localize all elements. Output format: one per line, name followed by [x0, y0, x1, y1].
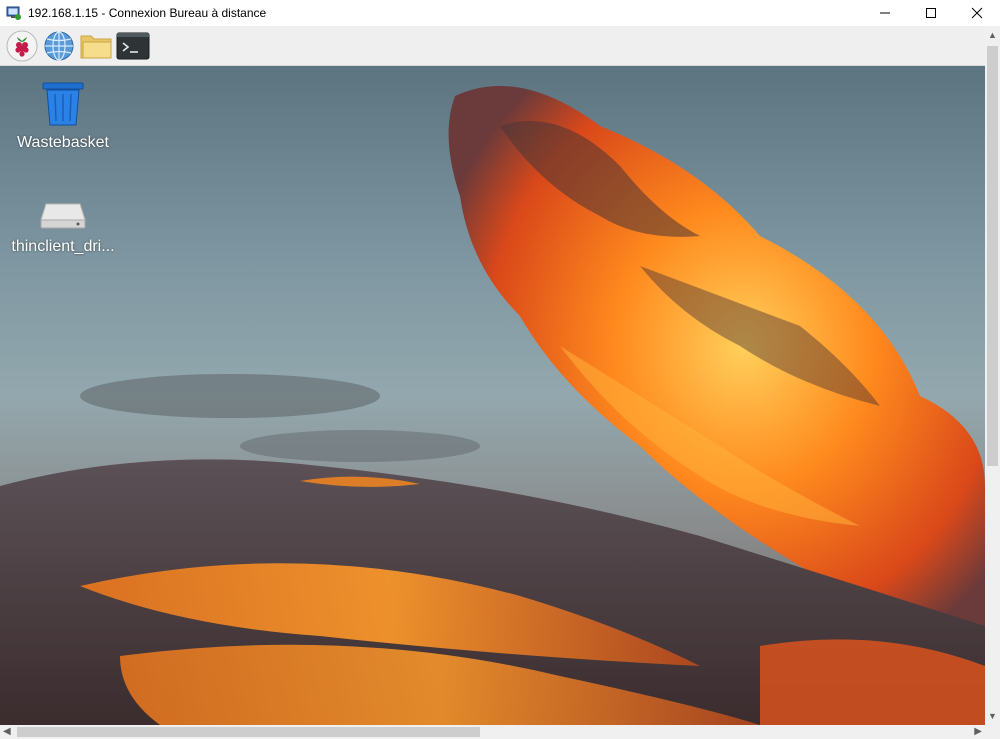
maximize-icon — [926, 8, 936, 18]
desktop-icon-wastebasket[interactable]: Wastebasket — [8, 80, 118, 152]
raspberry-menu-button[interactable] — [4, 29, 40, 63]
scroll-left-arrow-icon[interactable]: ◀ — [3, 726, 11, 737]
scroll-up-arrow-icon[interactable]: ▲ — [985, 30, 1000, 40]
drive-icon — [40, 203, 86, 229]
desktop[interactable]: Wastebasket thinclient_dri... — [0, 66, 985, 725]
desktop-icon-thinclient-drive[interactable]: thinclient_dri... — [8, 196, 118, 256]
window-controls — [862, 0, 1000, 26]
terminal-button[interactable] — [115, 29, 151, 63]
scrollbar-corner — [985, 725, 1000, 739]
window-titlebar: 192.168.1.15 - Connexion Bureau à distan… — [0, 0, 1000, 26]
web-browser-button[interactable] — [41, 29, 77, 63]
raspberry-icon — [6, 30, 38, 61]
window-title: 192.168.1.15 - Connexion Bureau à distan… — [28, 6, 267, 20]
horizontal-scrollbar[interactable]: ◀ ▶ — [0, 725, 985, 739]
minimize-icon — [880, 12, 890, 14]
close-button[interactable] — [954, 0, 1000, 26]
minimize-button[interactable] — [862, 0, 908, 26]
remote-desktop-icon — [6, 6, 21, 20]
terminal-icon — [116, 32, 150, 59]
desktop-icon-label: thinclient_dri... — [11, 238, 115, 255]
vertical-scrollbar[interactable]: ▲ ▼ — [985, 26, 1000, 725]
maximize-button[interactable] — [908, 0, 954, 26]
scroll-down-arrow-icon[interactable]: ▼ — [985, 711, 1000, 721]
close-icon — [971, 7, 983, 19]
sunset-clouds-wallpaper — [0, 86, 985, 725]
taskbar-panel — [0, 26, 985, 66]
scroll-right-arrow-icon[interactable]: ▶ — [974, 726, 982, 737]
trash-icon — [42, 82, 84, 126]
folder-icon — [80, 35, 112, 58]
desktop-icon-label: Wastebasket — [17, 134, 109, 151]
globe-icon — [44, 30, 74, 61]
vertical-scroll-thumb[interactable] — [987, 46, 998, 466]
file-manager-button[interactable] — [78, 29, 114, 63]
horizontal-scroll-thumb[interactable] — [17, 727, 480, 737]
